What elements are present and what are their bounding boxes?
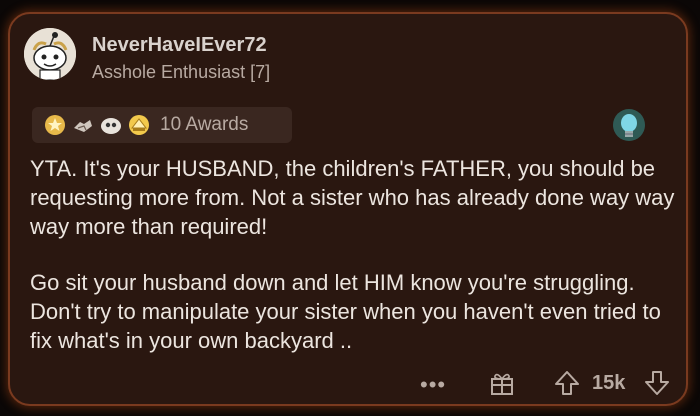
comment-card: NeverHaveIEver72 Asshole Enthusiast [7] …: [8, 12, 688, 406]
downvote-icon[interactable]: [644, 370, 670, 396]
gold-star-award-icon: [45, 115, 65, 135]
gift-award-icon[interactable]: [489, 370, 515, 396]
upvote-icon[interactable]: [554, 370, 580, 396]
comment-paragraph-1: YTA. It's your HUSBAND, the children's F…: [30, 156, 675, 239]
awards-count-label: 10 Awards: [160, 114, 249, 135]
handshake-award-icon: [74, 120, 92, 132]
more-options-button[interactable]: •••: [420, 372, 446, 398]
lightbulb-icon[interactable]: [612, 108, 646, 148]
eye-face-award-icon: [101, 118, 121, 134]
awards-bar[interactable]: 10 Awards: [32, 107, 292, 143]
snoo-avatar-icon: [24, 28, 76, 80]
vote-count: 15k: [592, 372, 626, 394]
hat-award-icon: [129, 115, 149, 135]
author-username[interactable]: NeverHaveIEver72: [92, 34, 267, 57]
author-avatar[interactable]: [24, 28, 76, 80]
comment-paragraph-2: Go sit your husband down and let HIM kno…: [30, 270, 661, 353]
user-flair: Asshole Enthusiast [7]: [92, 62, 271, 82]
